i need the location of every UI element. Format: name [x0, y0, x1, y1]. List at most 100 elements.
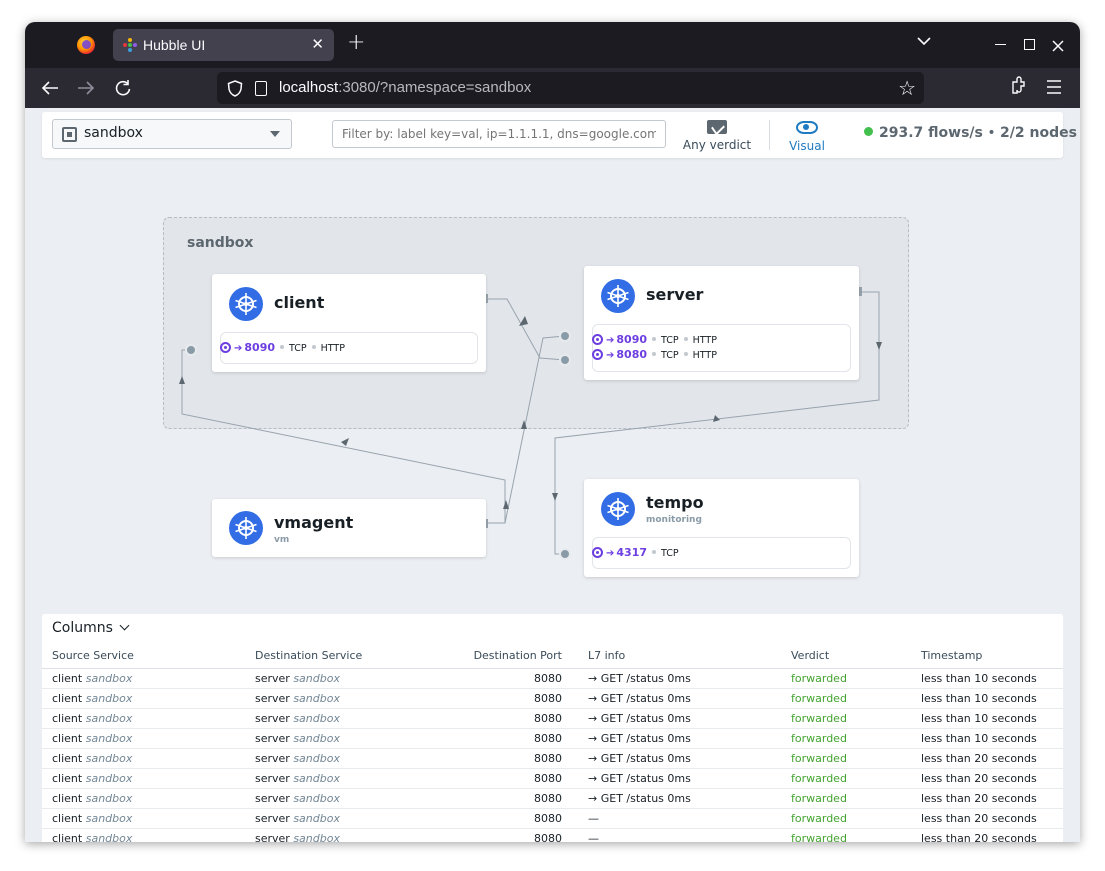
cell-l7-info: → GET /status 0ms — [578, 788, 781, 809]
cell-destination: server sandbox — [245, 788, 448, 809]
url-text[interactable]: localhost:3080/?namespace=sandbox — [279, 79, 531, 96]
back-icon[interactable] — [41, 80, 59, 96]
tab-list-chevron-icon[interactable] — [917, 36, 931, 46]
cell-verdict: forwarded — [781, 808, 911, 829]
table-row[interactable]: client sandbox server sandbox 8080— forward… — [42, 828, 1063, 842]
port-arrow-icon: ➔ — [606, 548, 615, 559]
page-info-icon[interactable] — [255, 81, 267, 96]
cell-verdict: forwarded — [781, 668, 911, 689]
header-timestamp[interactable]: Timestamp — [911, 644, 1063, 669]
cell-verdict: forwarded — [781, 688, 911, 709]
service-name: client — [274, 293, 325, 312]
source-namespace: sandbox — [85, 811, 133, 825]
ports-list: ➔ 8090 TCP HTTP ➔ 8080 TCP HTTP — [592, 333, 717, 363]
header-destination-port[interactable]: Destination Port — [448, 644, 578, 669]
table-row[interactable]: client sandbox server sandbox 8080 → GET /s… — [42, 768, 1063, 789]
table-row[interactable]: client sandbox server sandbox 8080 → GET /s… — [42, 708, 1063, 729]
cell-timestamp: less than 20 seconds — [911, 788, 1063, 809]
service-card-vmagent[interactable]: vmagent vm — [212, 499, 486, 557]
destination-namespace: sandbox — [293, 711, 340, 725]
tab-close-icon[interactable]: ✕ — [311, 35, 324, 53]
cell-timestamp: less than 10 seconds — [911, 668, 1063, 689]
cell-verdict: forwarded — [781, 768, 911, 789]
extensions-icon[interactable] — [1010, 76, 1028, 94]
cell-destination-port: 8080 — [448, 788, 578, 809]
status-separator: • — [987, 125, 996, 141]
port-ring-icon — [592, 334, 603, 345]
service-card-server[interactable]: server ➔ 8090 TCP HTTP ➔ 8080 TCP HTTP — [584, 266, 859, 380]
namespace-selector[interactable]: sandbox — [52, 119, 292, 149]
columns-label: Columns — [52, 620, 113, 636]
port-protocol: HTTP — [320, 343, 345, 354]
connector-dot — [185, 344, 197, 356]
table-row[interactable]: client sandbox server sandbox 8080 → GET /s… — [42, 748, 1063, 769]
cell-timestamp: less than 10 seconds — [911, 688, 1063, 709]
cell-source: client sandbox — [42, 768, 245, 789]
tab-hubble-ui[interactable]: Hubble UI ✕ — [113, 29, 334, 61]
hubble-favicon-icon — [123, 38, 137, 52]
cell-timestamp: less than 20 seconds — [911, 808, 1063, 829]
hamburger-menu-icon[interactable] — [1046, 78, 1062, 98]
filter-input[interactable] — [332, 120, 666, 148]
cell-destination-port: 8080 — [448, 828, 578, 842]
table-row[interactable]: client sandbox server sandbox 8080 → GET /s… — [42, 728, 1063, 749]
kubernetes-icon — [601, 279, 635, 313]
service-card-client[interactable]: client ➔ 8090 TCP HTTP — [212, 274, 486, 372]
top-bar: sandbox Any verdict Visual 293.7 flows/s… — [42, 112, 1077, 158]
destination-service: server — [255, 671, 290, 685]
shield-icon[interactable] — [227, 80, 243, 97]
cell-destination: server sandbox — [245, 748, 448, 769]
cell-destination: server sandbox — [245, 668, 448, 689]
maximize-icon[interactable] — [1024, 39, 1035, 50]
bookmark-star-icon[interactable]: ☆ — [898, 76, 916, 100]
header-destination-service[interactable]: Destination Service — [245, 644, 448, 669]
source-namespace: sandbox — [85, 671, 133, 685]
forward-icon[interactable] — [77, 80, 95, 96]
nodes-count: 2/2 nodes — [1000, 125, 1077, 141]
port-ring-icon — [592, 547, 603, 558]
table-row[interactable]: client sandbox server sandbox 8080 → GET /s… — [42, 688, 1063, 709]
header-l7-info[interactable]: L7 info — [578, 644, 781, 669]
destination-namespace: sandbox — [293, 791, 340, 805]
cell-source: client sandbox — [42, 828, 245, 842]
destination-service: server — [255, 771, 290, 785]
cell-l7-info: — — [578, 808, 781, 829]
table-row[interactable]: client sandbox server sandbox 8080 → GET /s… — [42, 788, 1063, 809]
source-service: client — [52, 751, 83, 765]
service-map[interactable]: sandbox client ➔ 8090 TCP HTTP server ➔ … — [25, 168, 1080, 608]
service-card-tempo[interactable]: tempo monitoring ➔ 4317 TCP — [584, 479, 859, 577]
separator-dot — [311, 345, 316, 349]
minimize-icon[interactable] — [995, 44, 1006, 45]
visual-toggle-button[interactable]: Visual — [782, 118, 832, 154]
reload-icon[interactable] — [114, 79, 132, 97]
cell-l7-info: — — [578, 828, 781, 842]
cell-timestamp: less than 20 seconds — [911, 828, 1063, 842]
table-row[interactable]: client sandbox server sandbox 8080— forward… — [42, 808, 1063, 829]
header-source-service[interactable]: Source Service — [42, 644, 245, 669]
verdict-filter-button[interactable]: Any verdict — [678, 118, 756, 154]
table-row[interactable]: client sandbox server sandbox 8080 → GET /s… — [42, 668, 1063, 689]
connector-dot — [559, 330, 571, 342]
port-ring-icon — [220, 342, 231, 353]
window-close-icon[interactable] — [1052, 40, 1064, 52]
new-tab-button[interactable]: + — [347, 32, 365, 54]
columns-button[interactable]: Columns — [52, 620, 130, 636]
cell-timestamp: less than 20 seconds — [911, 748, 1063, 769]
link-arrowhead — [519, 316, 528, 326]
firefox-logo-icon[interactable] — [77, 36, 95, 54]
tab-title: Hubble UI — [143, 37, 206, 53]
cell-destination: server sandbox — [245, 828, 448, 842]
source-service: client — [52, 691, 83, 705]
port-arrow-icon: ➔ — [606, 335, 615, 346]
header-verdict[interactable]: Verdict — [781, 644, 911, 669]
toolbar-divider — [769, 120, 770, 150]
cell-l7-info: → GET /status 0ms — [578, 688, 781, 709]
cell-destination-port: 8080 — [448, 748, 578, 769]
destination-service: server — [255, 691, 290, 705]
namespace-icon — [62, 127, 77, 142]
source-namespace: sandbox — [85, 731, 133, 745]
chevron-down-icon — [119, 620, 130, 631]
source-namespace: sandbox — [85, 691, 133, 705]
url-bar[interactable]: localhost:3080/?namespace=sandbox ☆ — [217, 72, 924, 104]
namespace-label: sandbox — [84, 125, 143, 141]
